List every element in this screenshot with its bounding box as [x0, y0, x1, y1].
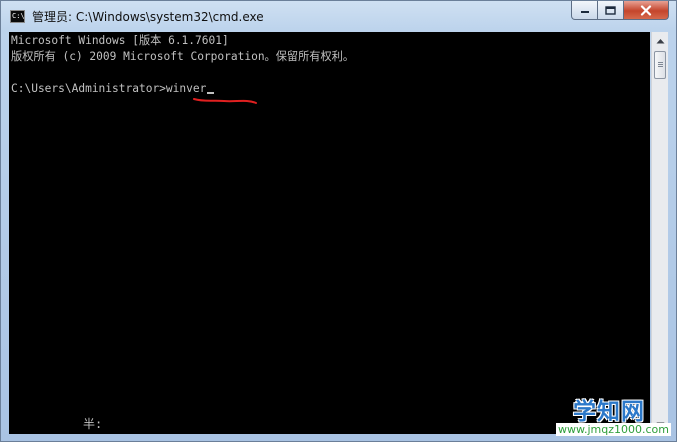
watermark-title: 学知网	[573, 399, 645, 425]
console-line: Microsoft Windows [版本 6.1.7601]	[11, 34, 229, 47]
minimize-button[interactable]	[571, 1, 598, 20]
minimize-icon	[580, 11, 589, 13]
maximize-button[interactable]	[598, 1, 624, 20]
scroll-up-arrow-icon	[656, 39, 664, 44]
cmd-icon[interactable]: C:\	[10, 10, 25, 23]
vertical-scrollbar[interactable]	[651, 32, 668, 434]
console-line: 版权所有 (c) 2009 Microsoft Corporation。保留所有…	[11, 50, 355, 63]
cmd-window: C:\ 管理员: C:\Windows\system32\cmd.exe Mic…	[0, 0, 677, 442]
console-output[interactable]: Microsoft Windows [版本 6.1.7601] 版权所有 (c)…	[9, 32, 650, 434]
command-prompt-line: C:\Users\Administrator>winver	[11, 81, 215, 97]
scroll-thumb[interactable]	[654, 51, 666, 79]
close-button[interactable]	[624, 1, 669, 20]
ime-status: 半:	[83, 417, 103, 431]
grip-line	[658, 62, 663, 63]
grip-line	[658, 64, 663, 65]
close-icon	[640, 4, 652, 16]
command-text: C:\Users\Administrator>winver	[11, 82, 207, 95]
scroll-up-button[interactable]	[653, 33, 667, 49]
watermark-url: www.jmqz1000.com	[556, 423, 671, 436]
title-bar[interactable]: C:\ 管理员: C:\Windows\system32\cmd.exe	[1, 1, 676, 32]
caption-buttons	[571, 1, 669, 20]
text-cursor	[207, 92, 215, 94]
window-title: 管理员: C:\Windows\system32\cmd.exe	[32, 10, 264, 24]
red-underline-annotation	[193, 98, 257, 104]
site-watermark: 学知网 www.jmqz1000.com	[556, 392, 673, 439]
grip-line	[658, 66, 663, 67]
maximize-icon	[605, 5, 616, 15]
